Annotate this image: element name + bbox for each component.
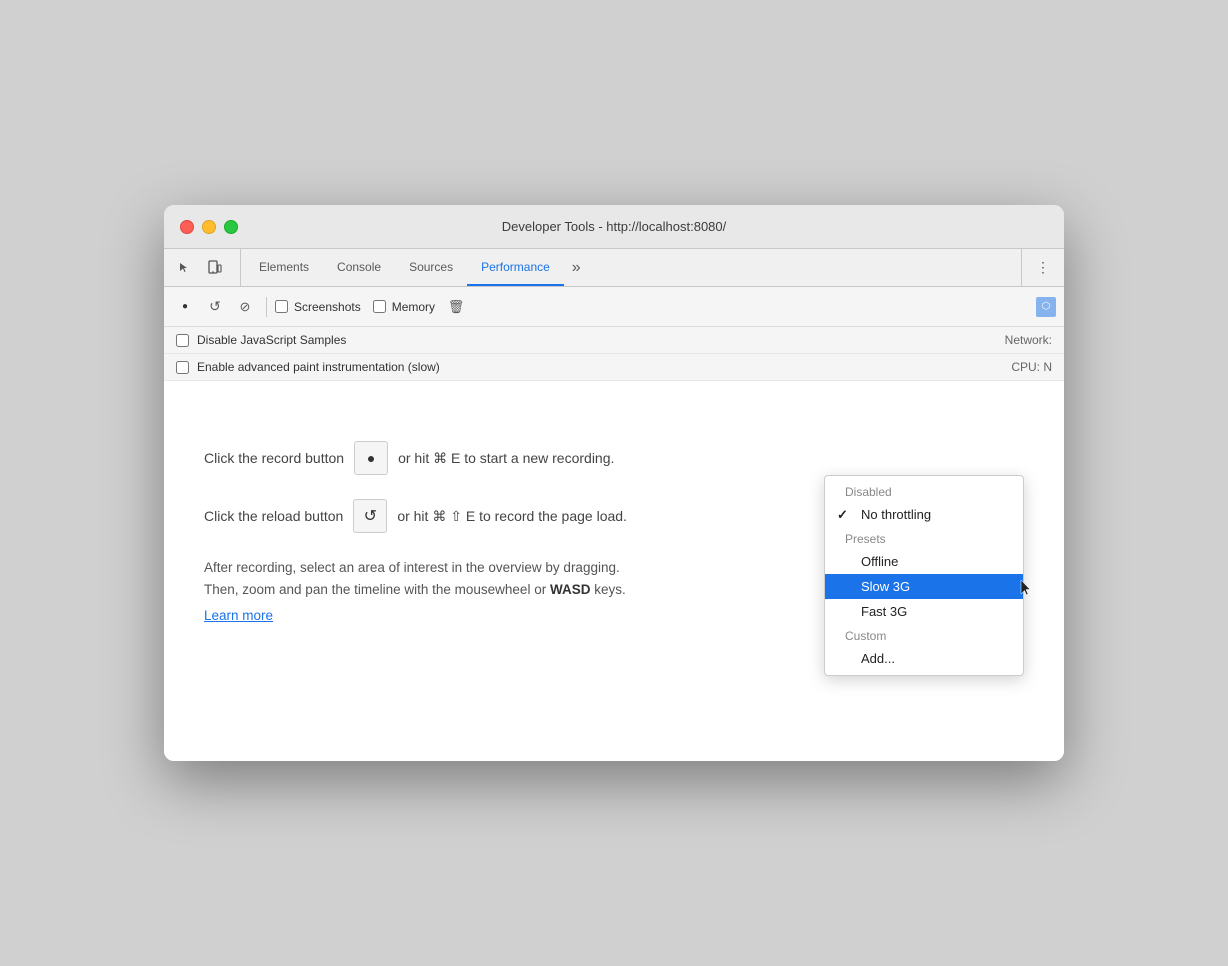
tabbar-right: ⋮ — [1021, 249, 1056, 286]
tab-console[interactable]: Console — [323, 249, 395, 286]
instruction-record: Click the record button ● or hit ⌘ E to … — [204, 441, 1024, 475]
devtools-icon-group — [172, 249, 241, 286]
devtools-window: Developer Tools - http://localhost:8080/… — [164, 205, 1064, 761]
menu-item-slow3g[interactable]: Slow 3G — [825, 574, 1023, 599]
menu-section-disabled: Disabled — [825, 480, 1023, 502]
settings-row-2: Enable advanced paint instrumentation (s… — [164, 354, 1064, 381]
memory-checkbox-group[interactable]: Memory — [373, 300, 435, 314]
menu-section-presets: Presets — [825, 527, 1023, 549]
maximize-button[interactable] — [224, 220, 238, 234]
tabbar: Elements Console Sources Performance » ⋮ — [164, 249, 1064, 287]
main-content: Click the record button ● or hit ⌘ E to … — [164, 381, 1064, 761]
devtools-menu-btn[interactable]: ⋮ — [1030, 255, 1056, 281]
tab-elements[interactable]: Elements — [245, 249, 323, 286]
reload-inline-btn[interactable]: ↺ — [353, 499, 387, 533]
menu-item-add[interactable]: Add... — [825, 646, 1023, 671]
menu-section-custom: Custom — [825, 624, 1023, 646]
screenshots-checkbox[interactable] — [275, 300, 288, 313]
learn-more-link[interactable]: Learn more — [204, 608, 273, 623]
network-throttle-dropdown: Disabled No throttling Presets Offline S… — [824, 475, 1024, 676]
clear-recording-btn[interactable]: 🗑 — [443, 294, 469, 320]
clear-btn-toolbar[interactable]: ⊘ — [232, 294, 258, 320]
record-btn[interactable]: ● — [172, 294, 198, 320]
screenshots-checkbox-group[interactable]: Screenshots — [275, 300, 361, 314]
cursor-icon-btn[interactable] — [172, 255, 198, 281]
memory-checkbox[interactable] — [373, 300, 386, 313]
menu-item-no-throttling[interactable]: No throttling — [825, 502, 1023, 527]
tab-sources[interactable]: Sources — [395, 249, 467, 286]
toolbar-sep-1 — [266, 297, 267, 317]
reload-record-btn[interactable]: ↺ — [202, 294, 228, 320]
close-button[interactable] — [180, 220, 194, 234]
tab-more-btn[interactable]: » — [564, 249, 589, 286]
disable-js-samples-checkbox[interactable] — [176, 334, 189, 347]
menu-item-offline[interactable]: Offline — [825, 549, 1023, 574]
titlebar: Developer Tools - http://localhost:8080/ — [164, 205, 1064, 249]
device-icon-btn[interactable] — [202, 255, 228, 281]
settings-row-1: Disable JavaScript Samples Network: — [164, 327, 1064, 354]
record-inline-btn[interactable]: ● — [354, 441, 388, 475]
minimize-button[interactable] — [202, 220, 216, 234]
advanced-paint-checkbox[interactable] — [176, 361, 189, 374]
window-title: Developer Tools - http://localhost:8080/ — [502, 219, 727, 234]
tab-performance[interactable]: Performance — [467, 249, 564, 286]
performance-toolbar: ● ↺ ⊘ Screenshots Memory 🗑 ⬡ — [164, 287, 1064, 327]
traffic-lights — [180, 220, 238, 234]
menu-item-fast3g[interactable]: Fast 3G — [825, 599, 1023, 624]
